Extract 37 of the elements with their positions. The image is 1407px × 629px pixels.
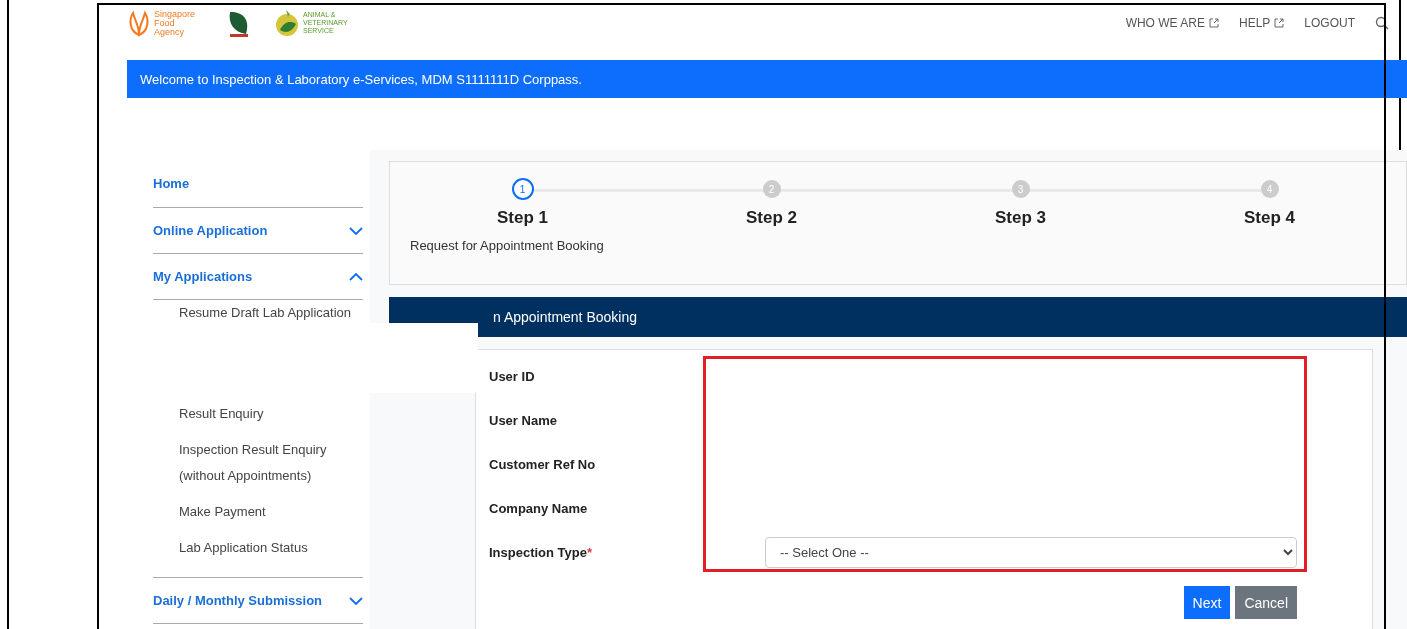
step-label: Step 1 bbox=[497, 208, 548, 228]
field-label: Inspection Type* bbox=[489, 544, 594, 560]
field-label: Customer Ref No bbox=[489, 456, 597, 472]
sidebar-item[interactable]: My Applications bbox=[153, 269, 253, 284]
step-number: 1 bbox=[511, 178, 534, 200]
sidebar-subitem[interactable]: Resume Draft Lab Application bbox=[179, 300, 363, 326]
chevron-down-icon[interactable] bbox=[349, 596, 363, 605]
external-link-icon bbox=[1274, 18, 1285, 28]
external-link-icon bbox=[1208, 18, 1219, 28]
sidebar-item[interactable]: Daily / Monthly Submission bbox=[153, 593, 323, 608]
step-label: Step 2 bbox=[746, 208, 797, 228]
leaf-logo-icon bbox=[127, 9, 151, 37]
search-icon[interactable] bbox=[1375, 16, 1389, 30]
section-title: n Appointment Booking bbox=[493, 309, 637, 325]
field-label: User ID bbox=[489, 368, 536, 384]
step-description: Request for Appointment Booking bbox=[410, 238, 605, 253]
animal-logo-icon bbox=[274, 8, 300, 38]
nav-link[interactable]: WHO WE ARE bbox=[1125, 16, 1219, 30]
sidebar-item[interactable]: Home bbox=[153, 176, 190, 191]
sidebar-subitem[interactable]: Inspection Result Enquiry (without Appointments) bbox=[179, 437, 363, 489]
step-label: Step 4 bbox=[1244, 208, 1295, 228]
nav-link[interactable]: LOGOUT bbox=[1304, 16, 1355, 30]
logo-text: Singapore Food Agency bbox=[154, 9, 197, 37]
chevron-up-icon[interactable] bbox=[349, 272, 363, 281]
select-field[interactable]: -- Select One -- bbox=[765, 536, 1297, 568]
chevron-down-icon[interactable] bbox=[349, 226, 363, 235]
field-label: Company Name bbox=[489, 500, 589, 516]
sidebar-subitem[interactable]: Lab Application Status bbox=[179, 535, 363, 561]
nav-link[interactable]: HELP bbox=[1238, 16, 1285, 30]
sidebar-subitem[interactable]: Result Enquiry bbox=[179, 401, 363, 427]
step-label: Step 3 bbox=[995, 208, 1046, 228]
welcome-banner: Welcome to Inspection & Laboratory e-Services, MDM S1111111D Corppass. bbox=[127, 60, 1407, 98]
sidebar-subitem[interactable]: Make Payment bbox=[179, 499, 363, 525]
next-button[interactable]: Next bbox=[1183, 586, 1231, 619]
cancel-button[interactable]: Cancel bbox=[1235, 586, 1297, 619]
field-label: User Name bbox=[489, 412, 558, 428]
sidebar-item[interactable]: Online Application bbox=[153, 223, 268, 238]
